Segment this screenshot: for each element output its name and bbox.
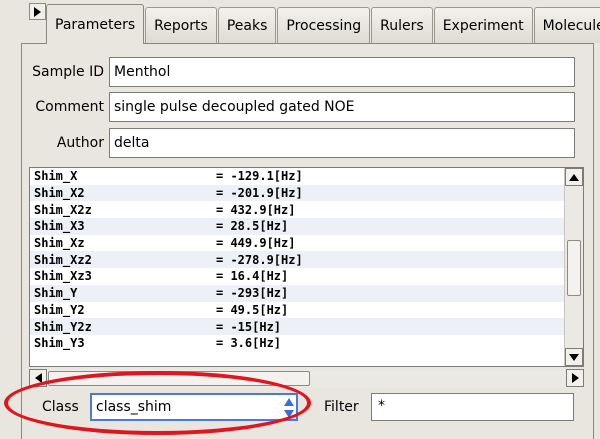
class-select[interactable]: class_shim [90, 393, 298, 421]
scroll-left-button[interactable] [29, 369, 47, 387]
table-row[interactable]: Shim_Y = -293[Hz] [30, 284, 565, 302]
param-name: Shim_X2z [34, 202, 92, 217]
select-spinner-icon [283, 398, 294, 418]
param-name: Shim_Xz [34, 236, 85, 251]
scroll-down-button[interactable] [565, 348, 583, 366]
arrow-down-icon [569, 353, 579, 361]
param-value: = -201.9[Hz] [216, 186, 303, 201]
param-name: Shim_X2 [34, 186, 85, 201]
param-value: = 28.5[Hz] [216, 219, 289, 234]
class-select-value: class_shim [96, 399, 172, 415]
table-row[interactable]: Shim_Y3 = 3.6[Hz] [30, 334, 565, 352]
param-name: Shim_X [34, 169, 78, 184]
arrow-right-icon [571, 373, 579, 383]
table-row[interactable]: Shim_X2z = 432.9[Hz] [30, 201, 565, 219]
tab-reports[interactable]: Reports [145, 7, 217, 43]
tab-molecules[interactable]: Molecules [533, 7, 600, 43]
parameter-list[interactable]: Shim_X = -129.1[Hz] Shim_X2 = -201.9[Hz] S… [29, 167, 584, 367]
table-row[interactable]: Shim_Xz3 = 16.4[Hz] [30, 268, 565, 285]
tab-peaks[interactable]: Peaks [217, 7, 277, 43]
sample-id-input[interactable]: Menthol [109, 57, 575, 87]
param-name: Shim_Y [34, 286, 78, 301]
parameters-panel: Sample ID Menthol Comment single pulse d… [21, 43, 594, 439]
tab-processing[interactable]: Processing [277, 7, 371, 43]
param-name: Shim_Y3 [34, 336, 85, 351]
table-row[interactable]: Shim_X3 = 28.5[Hz] [30, 218, 565, 235]
arrow-left-icon [34, 373, 42, 383]
vertical-scroll-thumb[interactable] [567, 240, 581, 296]
tab-bar: Parameters Reports Peaks Processing Rule… [46, 4, 600, 44]
table-row[interactable]: Shim_Y2z = -15[Hz] [30, 318, 565, 335]
comment-input[interactable]: single pulse decoupled gated NOE [109, 92, 575, 122]
author-row: Author delta [22, 128, 575, 158]
class-filter-row: Class class_shim Filter * [22, 393, 595, 423]
param-value: = -278.9[Hz] [216, 252, 303, 267]
horizontal-scroll-thumb[interactable] [48, 371, 310, 386]
tab-parameters[interactable]: Parameters [46, 4, 145, 44]
param-name: Shim_Xz3 [34, 269, 92, 284]
param-value: = 49.5[Hz] [216, 302, 289, 317]
param-name: Shim_Y2 [34, 302, 85, 317]
param-value: = -15[Hz] [216, 319, 282, 334]
filter-input[interactable]: * [371, 393, 574, 421]
parameter-rows: Shim_X = -129.1[Hz] Shim_X2 = -201.9[Hz] S… [30, 168, 565, 366]
scroll-right-button[interactable] [566, 369, 584, 387]
scroll-up-button[interactable] [565, 168, 583, 186]
arrow-right-icon [34, 6, 41, 17]
comment-label: Comment [35, 99, 104, 115]
param-value: = 16.4[Hz] [216, 269, 289, 284]
filter-label: Filter [324, 399, 359, 415]
arrow-up-icon [569, 173, 579, 181]
horizontal-scrollbar[interactable] [29, 369, 584, 388]
tab-scroll-left-button[interactable] [29, 3, 46, 20]
vertical-scrollbar[interactable] [564, 168, 583, 366]
param-value: = -293[Hz] [216, 286, 289, 301]
param-name: Shim_Xz2 [34, 252, 92, 267]
author-input[interactable]: delta [109, 128, 575, 158]
author-label: Author [56, 135, 104, 151]
table-row[interactable]: Shim_Y2 = 49.5[Hz] [30, 301, 565, 319]
param-value: = 3.6[Hz] [216, 336, 282, 351]
tab-rulers[interactable]: Rulers [371, 7, 433, 43]
table-row[interactable]: Shim_X = -129.1[Hz] [30, 168, 565, 185]
table-row[interactable]: Shim_X2 = -201.9[Hz] [30, 184, 565, 202]
table-row[interactable]: Shim_Xz2 = -278.9[Hz] [30, 251, 565, 269]
class-label: Class [42, 399, 79, 415]
sample-id-row: Sample ID Menthol [22, 57, 575, 87]
sample-id-label: Sample ID [32, 64, 104, 80]
table-row[interactable]: Shim_Xz = 449.9[Hz] [30, 234, 565, 252]
param-value: = -129.1[Hz] [216, 169, 303, 184]
tab-experiment[interactable]: Experiment [433, 7, 533, 43]
param-name: Shim_Y2z [34, 319, 92, 334]
param-name: Shim_X3 [34, 219, 85, 234]
param-value: = 449.9[Hz] [216, 236, 296, 251]
param-value: = 432.9[Hz] [216, 202, 296, 217]
parameters-window: Parameters Reports Peaks Processing Rule… [0, 0, 600, 439]
comment-row: Comment single pulse decoupled gated NOE [22, 92, 575, 122]
